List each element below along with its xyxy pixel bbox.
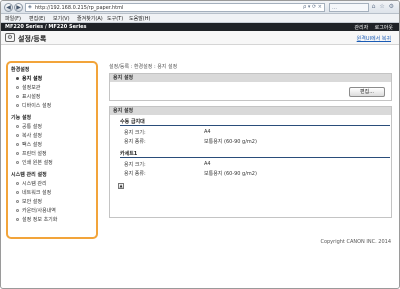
- kv-label: 용지 크기:: [124, 162, 146, 168]
- bullet-icon: [16, 143, 19, 146]
- section-title-cassette1: 카세트1: [120, 151, 138, 157]
- bullet-icon: [16, 200, 19, 203]
- sidebar-group-preferences: 환경설정: [11, 67, 30, 73]
- menu-view[interactable]: 보기(V): [53, 15, 70, 22]
- sidebar-item-counter[interactable]: 카운터/사용내역: [16, 207, 56, 214]
- panel-title: 용지 설정: [110, 74, 391, 82]
- section-title-manual-tray: 수동 급지대: [120, 119, 145, 125]
- url-field[interactable]: ◈ http://192.168.0.215/rp_paper.html ρ ▾…: [25, 3, 325, 12]
- product-header: MF220 Series / MF220 Series 관리자 로그아웃: [1, 23, 399, 31]
- kv-label: 용지 종류:: [124, 139, 146, 145]
- main-content: 설정/등록 : 환경설정 : 용지 설정 용지 설정 편집... 용지 설정 수…: [104, 61, 396, 239]
- section-divider: [120, 125, 390, 126]
- sidebar-item-fax[interactable]: 팩스 설정: [16, 141, 42, 148]
- scroll-top-button[interactable]: ▲: [118, 183, 124, 189]
- browser-toolbar-icons[interactable]: ⌂ ☆ ⚙: [372, 3, 395, 10]
- menu-file[interactable]: 파일(F): [5, 15, 21, 22]
- sidebar-item-display[interactable]: 표시설정: [16, 93, 40, 100]
- footer: Copyright CANON INC. 2014: [1, 239, 399, 245]
- sidebar-item-system-admin[interactable]: 시스템 관리: [16, 180, 47, 187]
- bullet-icon: [16, 218, 19, 221]
- portal-return-link[interactable]: 원격UI에서 복귀: [357, 35, 391, 42]
- forward-button[interactable]: ▶: [14, 3, 23, 12]
- sidebar-item-security[interactable]: 보안 설정: [16, 198, 42, 205]
- sidebar-item-reset[interactable]: 설정 정보 초기화: [16, 216, 57, 223]
- bullet-icon: [16, 86, 19, 89]
- sidebar: 환경설정 용지 설정 설정보관 표시설정 디바이스 설정 기능 설정 공통 설정…: [6, 61, 100, 239]
- kv-value: A4: [204, 161, 211, 167]
- kv-label: 용지 종류:: [124, 171, 146, 177]
- bullet-icon: [16, 209, 19, 212]
- menu-help[interactable]: 도움말(H): [129, 15, 150, 22]
- panel-title: 용지 설정: [110, 107, 391, 115]
- paper-settings-panel: 용지 설정 수동 급지대 용지 크기: A4 용지 종류: 보통용지 (60-9…: [109, 106, 392, 218]
- menu-edit[interactable]: 편집(E): [29, 15, 45, 22]
- sidebar-item-settings-store[interactable]: 설정보관: [16, 84, 40, 91]
- sidebar-item-common[interactable]: 공통 설정: [16, 123, 42, 130]
- login-area: 관리자 로그아웃: [354, 24, 393, 31]
- sidebar-item-paper-settings[interactable]: 용지 설정: [10, 74, 100, 82]
- bullet-icon: [16, 161, 19, 164]
- menu-favorites[interactable]: 즐겨찾기(A): [77, 15, 103, 22]
- product-name: MF220 Series / MF220 Series: [5, 24, 87, 30]
- bullet-icon: [16, 77, 19, 80]
- bullet-icon: [16, 182, 19, 185]
- browser-window: ◀ ▶ ◈ http://192.168.0.215/rp_paper.html…: [0, 0, 400, 289]
- bullet-icon: [16, 95, 19, 98]
- sidebar-item-copy[interactable]: 복사 설정: [16, 132, 42, 139]
- kv-label: 용지 크기:: [124, 130, 146, 136]
- sidebar-item-network[interactable]: 네트워크 설정: [16, 189, 51, 196]
- page-title: 설정/등록: [18, 35, 47, 43]
- section-divider: [120, 157, 390, 158]
- bullet-icon: [16, 152, 19, 155]
- sidebar-group-system: 시스템 관리 설정: [11, 172, 47, 178]
- breadcrumb: 설정/등록 : 환경설정 : 용지 설정: [109, 64, 178, 70]
- title-row: ⚙ 설정/등록 원격UI에서 복귀: [1, 31, 399, 45]
- kv-value: A4: [204, 129, 211, 135]
- settings-icon: ⚙: [5, 33, 15, 42]
- sidebar-item-device[interactable]: 디바이스 설정: [16, 102, 51, 109]
- back-button[interactable]: ◀: [4, 3, 13, 12]
- bullet-icon: [16, 134, 19, 137]
- browser-tab[interactable]: …: [329, 3, 369, 12]
- copyright: Copyright CANON INC. 2014: [320, 239, 391, 245]
- menu-tools[interactable]: 도구(T): [107, 15, 123, 22]
- page-icon: ◈: [28, 4, 32, 10]
- edit-button[interactable]: 편집...: [349, 87, 385, 97]
- kv-value: 보통용지 (60-90 g/m2): [204, 171, 257, 177]
- sidebar-item-printer[interactable]: 프린터 설정: [16, 150, 47, 157]
- kv-value: 보통용지 (60-90 g/m2): [204, 139, 257, 145]
- bullet-icon: [16, 191, 19, 194]
- url-tools[interactable]: ρ ▾ ⟳ ×: [303, 4, 322, 10]
- menu-bar: 파일(F) 편집(E) 보기(V) 즐겨찾기(A) 도구(T) 도움말(H): [1, 14, 399, 23]
- bullet-icon: [16, 104, 19, 107]
- sidebar-item-print-original[interactable]: 인쇄 원본 설정: [16, 159, 53, 166]
- sidebar-group-functions: 기능 설정: [11, 115, 32, 121]
- url-text: http://192.168.0.215/rp_paper.html: [35, 5, 124, 11]
- address-bar-row: ◀ ▶ ◈ http://192.168.0.215/rp_paper.html…: [1, 1, 399, 14]
- bullet-icon: [16, 125, 19, 128]
- paper-settings-panel-top: 용지 설정 편집...: [109, 73, 392, 101]
